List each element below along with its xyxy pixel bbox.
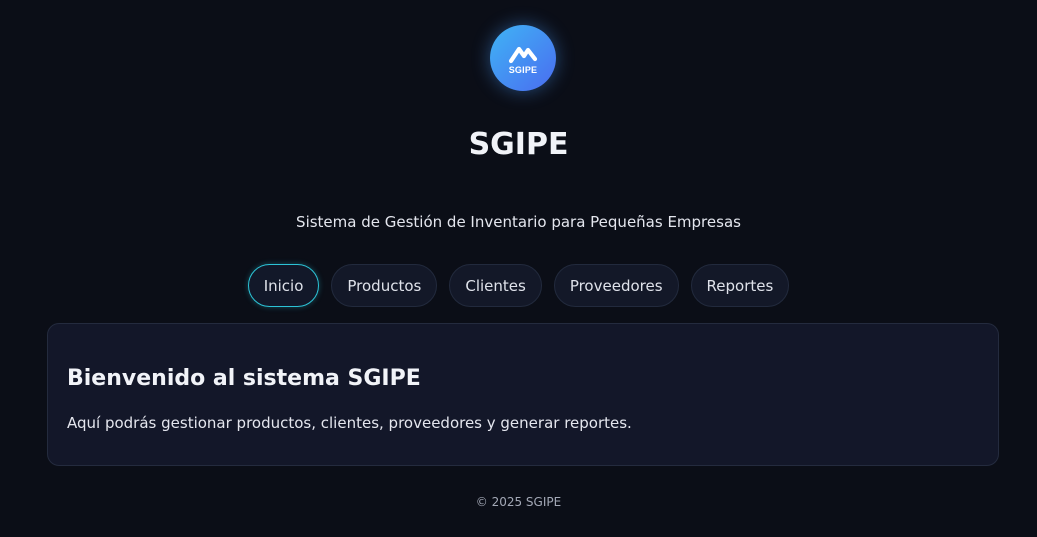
main-nav: Inicio Productos Clientes Proveedores Re… — [0, 264, 1037, 307]
app-logo: SGIPE — [490, 25, 556, 91]
welcome-heading: Bienvenido al sistema SGIPE — [67, 366, 421, 391]
zigzag-m-icon — [508, 46, 538, 63]
page-footer: © 2025 SGIPE — [475, 495, 562, 509]
logo-text: SGIPE — [508, 64, 538, 75]
nav-button-reportes[interactable]: Reportes — [690, 264, 790, 307]
nav-button-clientes[interactable]: Clientes — [449, 264, 542, 307]
app-page: SGIPE SGIPE Sistema de Gestión de Invent… — [0, 0, 1037, 537]
page-title: SGIPE — [468, 127, 569, 162]
nav-button-productos[interactable]: Productos — [331, 264, 438, 307]
welcome-description: Aquí podrás gestionar productos, cliente… — [67, 414, 632, 432]
page-subtitle: Sistema de Gestión de Inventario para Pe… — [296, 213, 741, 231]
nav-button-proveedores[interactable]: Proveedores — [553, 264, 679, 307]
welcome-card: Bienvenido al sistema SGIPE Aquí podrás … — [47, 323, 999, 466]
nav-button-inicio[interactable]: Inicio — [247, 264, 320, 307]
